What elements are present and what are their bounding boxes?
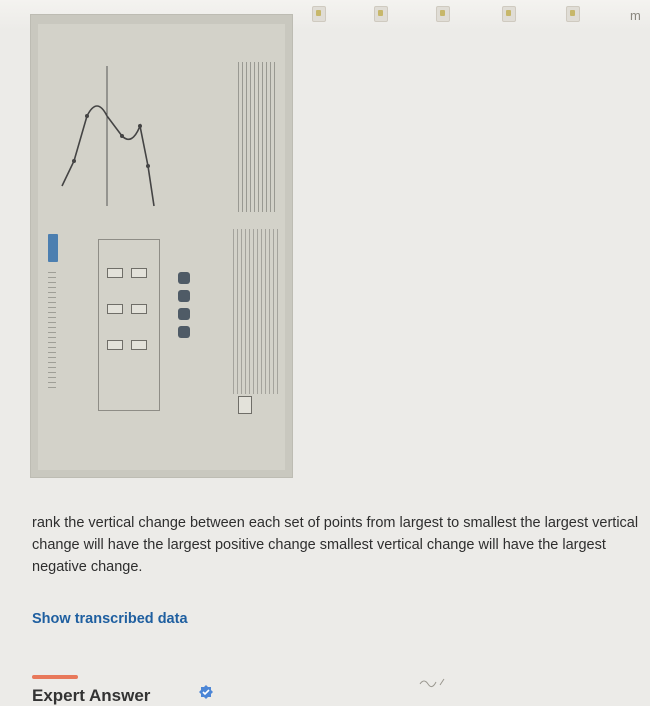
photo-answer-chip: [107, 340, 123, 350]
tab-icon[interactable]: [374, 6, 388, 22]
photo-drag-slot: [178, 272, 190, 284]
photo-answer-chip: [107, 268, 123, 278]
photo-drag-slot: [178, 290, 190, 302]
photo-answer-chip: [131, 304, 147, 314]
photo-drag-slot: [178, 326, 190, 338]
pen-mark-icon: [419, 678, 445, 688]
photo-answer-box: [98, 239, 160, 411]
section-accent-bar: [32, 675, 78, 679]
show-transcribed-data-link[interactable]: Show transcribed data: [32, 611, 188, 627]
question-photo: [30, 14, 293, 478]
corner-icon: m: [630, 8, 641, 23]
photo-answer-chip: [131, 340, 147, 350]
photo-drag-slot: [178, 308, 190, 320]
expert-answer-heading: Expert Answer: [32, 686, 151, 705]
photo-submit-chip: [238, 396, 252, 414]
photo-document: [38, 24, 285, 470]
photo-side-text: [48, 268, 56, 388]
tab-icon[interactable]: [502, 6, 516, 22]
tab-icon[interactable]: [312, 6, 326, 22]
photo-answer-chip: [107, 304, 123, 314]
photo-text-block: [233, 229, 278, 394]
photo-text-block: [238, 62, 278, 212]
photo-answer-chip: [131, 268, 147, 278]
question-text: rank the vertical change between each se…: [32, 515, 639, 575]
sketched-graph: [61, 66, 155, 207]
photo-side-tab: [48, 234, 58, 262]
tab-icon[interactable]: [436, 6, 450, 22]
verified-badge-icon: [199, 685, 213, 699]
tab-icon[interactable]: [566, 6, 580, 22]
